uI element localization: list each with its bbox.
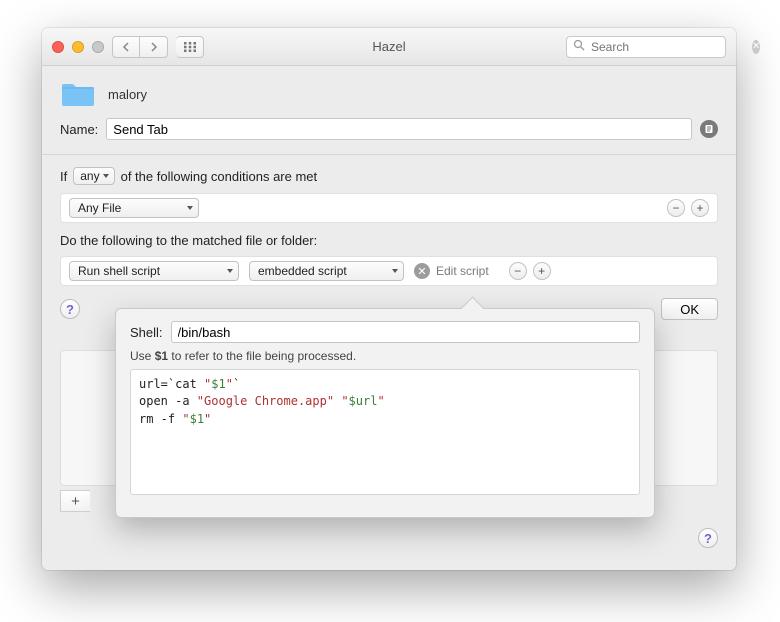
forward-button[interactable]: [140, 36, 168, 58]
actions-heading: Do the following to the matched file or …: [60, 233, 718, 248]
show-all-button[interactable]: [176, 36, 204, 58]
divider: [42, 154, 736, 155]
if-label: If: [60, 169, 67, 184]
edit-script-label: Edit script: [436, 264, 489, 278]
nav-back-forward: [112, 36, 168, 58]
search-field[interactable]: ✕: [566, 36, 726, 58]
preferences-window: Hazel ✕ + ? malory Name:: [42, 28, 736, 570]
remove-condition-button[interactable]: −: [667, 199, 685, 217]
rule-name-row: Name:: [60, 118, 718, 140]
zoom-window-button[interactable]: [92, 41, 104, 53]
action-verb-select[interactable]: Run shell script: [69, 261, 239, 281]
help-button-inline[interactable]: ?: [60, 299, 80, 319]
add-action-button[interactable]: +: [533, 262, 551, 280]
back-button[interactable]: [112, 36, 140, 58]
shell-path-input[interactable]: [171, 321, 640, 343]
name-label: Name:: [60, 122, 98, 137]
rule-name-input[interactable]: [106, 118, 692, 140]
action-row: Run shell script embedded script ✕ Edit …: [60, 256, 718, 286]
condition-quantifier-select[interactable]: any: [73, 167, 114, 185]
script-textarea[interactable]: url=`cat "$1"` open -a "Google Chrome.ap…: [130, 369, 640, 495]
condition-subject-select[interactable]: Any File: [69, 198, 199, 218]
search-input[interactable]: [591, 40, 746, 54]
titlebar: Hazel ✕: [42, 28, 736, 66]
close-icon: ✕: [414, 263, 430, 279]
condition-row: Any File − +: [60, 193, 718, 223]
edit-script-button[interactable]: ✕ Edit script: [414, 263, 489, 279]
close-window-button[interactable]: [52, 41, 64, 53]
notes-icon[interactable]: [700, 120, 718, 138]
remove-action-button[interactable]: −: [509, 262, 527, 280]
folder-icon: [60, 80, 96, 108]
help-button[interactable]: ?: [698, 528, 718, 548]
minimize-window-button[interactable]: [72, 41, 84, 53]
action-target-select[interactable]: embedded script: [249, 261, 404, 281]
search-icon: [573, 39, 585, 54]
folder-name: malory: [108, 87, 147, 102]
clear-search-icon[interactable]: ✕: [752, 40, 760, 54]
add-rule-button[interactable]: +: [60, 490, 90, 512]
conditions-header: If any of the following conditions are m…: [60, 167, 718, 185]
traffic-lights: [52, 41, 104, 53]
script-editor-popover: Shell: Use $1 to refer to the file being…: [115, 308, 655, 518]
shell-label: Shell:: [130, 325, 163, 340]
folder-row: malory: [60, 80, 718, 108]
rule-editor: malory Name: If any of the following con…: [42, 66, 736, 185]
conditions-suffix: of the following conditions are met: [121, 169, 318, 184]
shell-hint: Use $1 to refer to the file being proces…: [130, 349, 640, 363]
ok-button[interactable]: OK: [661, 298, 718, 320]
add-condition-button[interactable]: +: [691, 199, 709, 217]
